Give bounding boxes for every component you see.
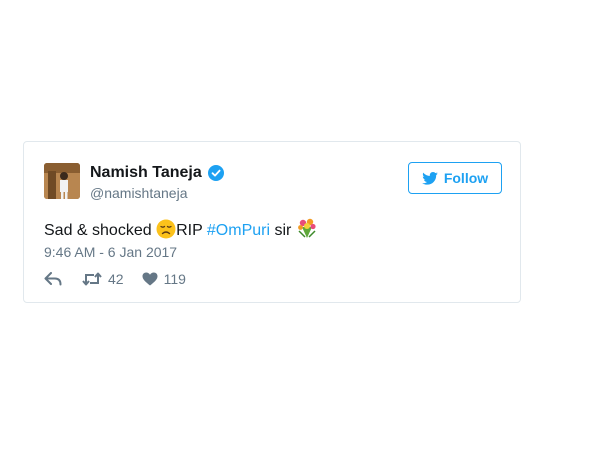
bouquet-emoji (296, 217, 318, 244)
display-name[interactable]: Namish Taneja (90, 164, 202, 182)
tweet-card: Namish Taneja @namishtaneja Follow Sad &… (23, 141, 521, 303)
name-row: Namish Taneja (90, 164, 224, 182)
tweet-text-part-2: RIP (176, 222, 207, 239)
retweet-count: 42 (108, 271, 124, 287)
tweet-text-part-3: sir (270, 222, 296, 239)
retweet-icon (82, 272, 102, 286)
verified-badge-icon (207, 165, 224, 181)
disappointed-face-emoji (156, 219, 176, 244)
heart-icon (142, 272, 158, 286)
bird-icon (422, 171, 438, 185)
reply-icon (44, 272, 62, 286)
avatar[interactable] (44, 163, 80, 199)
hashtag-link[interactable]: #OmPuri (207, 222, 270, 239)
follow-label: Follow (443, 170, 489, 186)
tweet-text-part-1: Sad & shocked (44, 222, 157, 239)
tweet-actions: 42 119 (44, 271, 186, 287)
tweet-text: Sad & shocked RIP #OmPuri sir (44, 217, 318, 244)
follow-button[interactable]: Follow (408, 162, 502, 194)
timestamp[interactable]: 9:46 AM - 6 Jan 2017 (44, 244, 177, 260)
like-count: 119 (163, 271, 186, 287)
retweet-button[interactable]: 42 (82, 271, 124, 287)
handle[interactable]: @namishtaneja (90, 185, 188, 201)
reply-button[interactable] (44, 272, 62, 286)
like-button[interactable]: 119 (142, 271, 186, 287)
